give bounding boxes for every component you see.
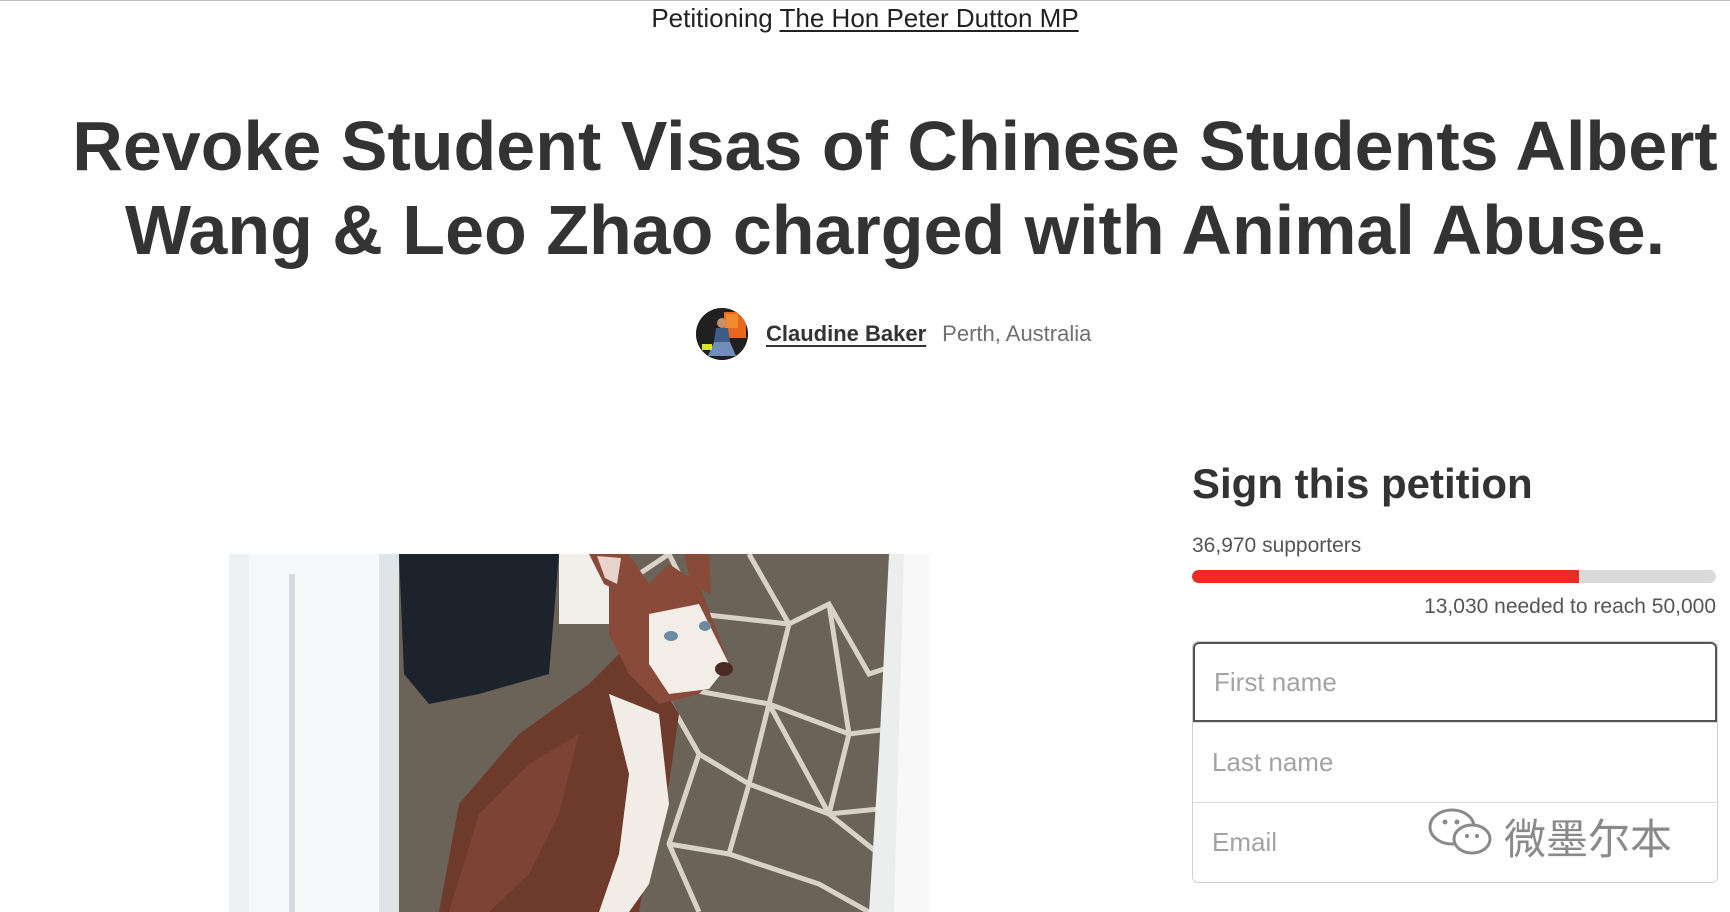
- progress-bar: [1192, 570, 1716, 583]
- sign-heading: Sign this petition: [1192, 460, 1533, 507]
- supporters-count: 36,970 supporters: [1192, 534, 1362, 557]
- petition-page: Petitioning The Hon Peter Dutton MP Revo…: [0, 0, 1730, 912]
- petitioning-line: Petitioning The Hon Peter Dutton MP: [0, 3, 1730, 34]
- author-name-link[interactable]: Claudine Baker: [766, 321, 926, 347]
- last-name-field[interactable]: [1193, 722, 1717, 802]
- petitioning-prefix: Petitioning: [651, 3, 773, 33]
- supporters-needed: 13,030 needed to reach 50,000: [1424, 595, 1716, 618]
- first-name-field[interactable]: [1193, 642, 1717, 722]
- email-field[interactable]: [1193, 802, 1717, 882]
- petition-photo: [229, 554, 929, 912]
- sign-form: [1192, 641, 1718, 883]
- top-divider: [0, 0, 1730, 1]
- author-avatar[interactable]: [696, 308, 748, 360]
- author-row: Claudine Baker Perth, Australia: [696, 308, 1091, 360]
- petition-title: Revoke Student Visas of Chinese Students…: [72, 107, 1718, 269]
- petition-target-link[interactable]: The Hon Peter Dutton MP: [780, 3, 1079, 33]
- progress-bar-fill: [1192, 570, 1580, 583]
- author-location: Perth, Australia: [942, 321, 1092, 346]
- sign-panel: Sign this petition 36,970 supporters 13,…: [1192, 454, 1718, 883]
